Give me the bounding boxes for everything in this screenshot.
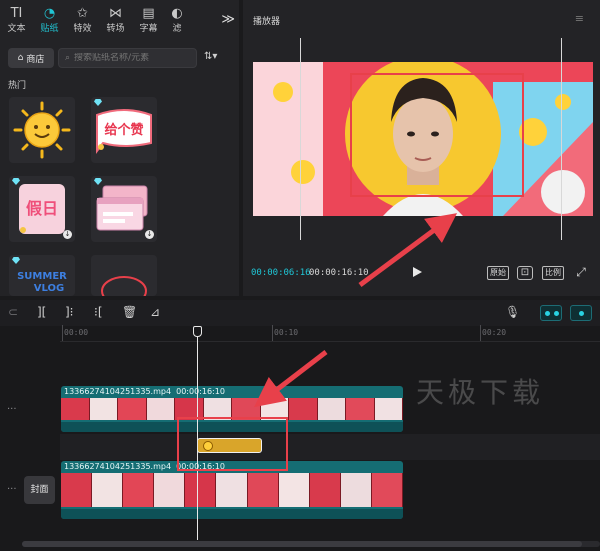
ruler-tick	[272, 325, 273, 341]
filter-sort-icon[interactable]: ⇅▾	[204, 51, 217, 62]
tab-subtitle[interactable]: ▤ 字幕	[132, 0, 165, 40]
watermark: 天极下载	[416, 376, 545, 409]
microphone-icon[interactable]: 🎙	[505, 305, 520, 319]
original-button[interactable]: 原始	[487, 266, 509, 280]
section-hot-label: 热门	[8, 81, 27, 91]
collapse-toolbar-icon[interactable]: ≫	[221, 12, 235, 27]
subtitle-icon: ▤	[142, 5, 155, 21]
text-icon: TI	[10, 5, 23, 21]
tab-sticker-label: 贴纸	[40, 23, 59, 34]
fullscreen-crop-icon[interactable]: ⊡	[517, 266, 533, 280]
tab-effects[interactable]: ✩ 特效	[66, 0, 99, 40]
clip-title: 1336627410425133​5.mp4 00:00:16:10	[64, 387, 225, 396]
summer-vlog-sticker-art: SUMMER VLOG	[17, 271, 67, 294]
holiday-text: 假日	[26, 199, 58, 218]
sticker-track	[60, 434, 600, 460]
sticker-search[interactable]: ⌕	[58, 48, 197, 68]
shop-icon: ⌂	[17, 53, 24, 63]
sun-sticker-art	[13, 101, 71, 159]
shop-label: 商店	[26, 54, 45, 65]
cover-button[interactable]: 封面	[24, 476, 55, 504]
give-like-text: 给个赞	[104, 122, 143, 138]
playhead-handle[interactable]	[193, 326, 202, 337]
transition-icon: ⋈	[109, 5, 122, 21]
track-more-icon[interactable]: ···	[7, 484, 17, 495]
time-ruler[interactable]: 00:00 00:10 00:20	[60, 325, 600, 342]
give-like-sticker-art: 给个赞	[96, 109, 152, 154]
main-track-magnet-toggle[interactable]	[540, 305, 562, 321]
timeline-sticker-highlight-box	[177, 417, 288, 471]
search-icon: ⌕	[65, 53, 71, 63]
player-panel: 播放器 ≡ 00:00:06:16 00:00:16:10 原始 ⊡ 比例 ⤢	[243, 0, 600, 296]
shop-button[interactable]: ⌂ 商店	[8, 48, 54, 68]
video-preview[interactable]	[253, 62, 593, 216]
tab-sticker[interactable]: ◔ 贴纸	[33, 0, 66, 40]
media-toolbar: TI 文本 ◔ 贴纸 ✩ 特效 ⋈ 转场 ▤ 字幕 ◐ 滤	[0, 0, 239, 40]
undo-icon[interactable]: ⊂	[8, 305, 18, 319]
guide-line-left	[300, 38, 301, 240]
fullscreen-icon[interactable]: ⤢	[574, 266, 588, 280]
sticker-item-chat-window[interactable]: ↓	[91, 176, 157, 242]
audio-waveform	[61, 509, 403, 519]
search-input[interactable]	[74, 53, 185, 63]
tab-subtitle-label: 字幕	[139, 23, 158, 34]
summer-text: SUMMER	[17, 271, 67, 282]
tab-filter-label: 滤	[172, 23, 182, 34]
vlog-text: VLOG	[34, 283, 64, 294]
tab-transition-label: 转场	[106, 23, 125, 34]
ruler-tick	[480, 325, 481, 341]
effects-icon: ✩	[77, 5, 88, 21]
play-icon[interactable]	[413, 267, 422, 277]
timeline-toolbar: ⊂ ][ ]⁝ ⁝[ 🗑 ⊿ 🎙	[0, 300, 600, 326]
current-time: 00:00:06:16	[251, 268, 311, 278]
tab-text[interactable]: TI 文本	[0, 0, 33, 40]
tab-text-label: 文本	[7, 23, 26, 34]
filter-icon: ◐	[171, 5, 183, 21]
download-icon[interactable]: ↓	[145, 230, 154, 239]
sticker-icon: ◔	[43, 5, 56, 21]
trim-left-icon[interactable]: ]⁝	[65, 305, 74, 319]
player-menu-icon[interactable]: ≡	[575, 12, 584, 25]
sticker-item-summer-vlog[interactable]: SUMMER VLOG	[9, 255, 75, 296]
total-time: 00:00:16:10	[309, 268, 369, 278]
video-sticker-highlight-box	[350, 73, 524, 197]
sticker-item-sun[interactable]	[9, 97, 75, 163]
tab-transition[interactable]: ⋈ 转场	[99, 0, 132, 40]
delete-icon[interactable]: 🗑	[122, 305, 137, 319]
mirror-icon[interactable]: ⊿	[150, 305, 160, 319]
guide-line-right	[561, 38, 562, 240]
ruler-tick	[62, 325, 63, 341]
ruler-label: 00:20	[482, 328, 507, 337]
sticker-item-red-circle[interactable]	[91, 255, 157, 296]
sticker-item-holiday[interactable]: 假日 ↓	[9, 176, 75, 242]
sticker-item-give-like[interactable]: 给个赞	[91, 97, 157, 163]
trim-right-icon[interactable]: ⁝[	[94, 305, 103, 319]
horizontal-scrollbar[interactable]	[22, 541, 600, 547]
scrollbar-thumb[interactable]	[22, 541, 582, 547]
player-title: 播放器	[253, 17, 281, 27]
ruler-label: 00:10	[274, 328, 299, 337]
red-circle-sticker-art	[101, 276, 147, 296]
track-more-icon[interactable]: ···	[7, 404, 17, 415]
split-icon[interactable]: ][	[37, 305, 46, 319]
tab-filter[interactable]: ◐ 滤	[165, 0, 189, 40]
preview-axis-toggle[interactable]	[570, 305, 592, 321]
asset-panel: TI 文本 ◔ 贴纸 ✩ 特效 ⋈ 转场 ▤ 字幕 ◐ 滤 ≫ ⌂ 商店 ⌕ ⇅…	[0, 0, 239, 296]
tab-effects-label: 特效	[73, 23, 92, 34]
ratio-button[interactable]: 比例	[542, 266, 564, 280]
clip-thumbnails	[61, 473, 403, 507]
ruler-label: 00:00	[64, 328, 89, 337]
download-icon[interactable]: ↓	[63, 230, 72, 239]
